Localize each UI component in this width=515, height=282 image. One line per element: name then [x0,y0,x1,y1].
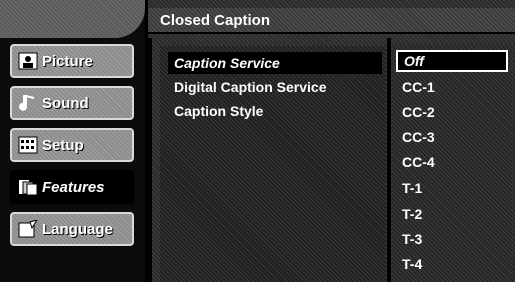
option-t-1[interactable]: T-1 [396,177,508,199]
option-cc-4[interactable]: CC-4 [396,151,508,173]
sidebar-item-sound[interactable]: Sound [10,86,134,120]
sidebar-item-setup[interactable]: Setup [10,128,134,162]
picture-icon [18,52,38,70]
divider [387,38,391,282]
menu-item-caption-service[interactable]: Caption Service [168,52,382,74]
option-off[interactable]: Off [396,50,508,72]
option-cc-3[interactable]: CC-3 [396,126,508,148]
sidebar: Picture Sound Setup Features Language [0,0,148,282]
sidebar-header [0,0,145,38]
tv-menu-screen: Picture Sound Setup Features Language Cl… [0,0,515,282]
features-icon [18,178,38,196]
sidebar-item-features[interactable]: Features [10,170,134,204]
option-cc-1[interactable]: CC-1 [396,76,508,98]
sidebar-item-label: Language [42,220,113,238]
menu-item-digital-caption-service[interactable]: Digital Caption Service [168,76,382,98]
divider [148,38,152,282]
option-t-3[interactable]: T-3 [396,228,508,250]
sidebar-item-picture[interactable]: Picture [10,44,134,78]
option-cc-2[interactable]: CC-2 [396,101,508,123]
sidebar-item-language[interactable]: Language [10,212,134,246]
page-title: Closed Caption [148,8,515,34]
sidebar-item-label: Picture [42,52,93,70]
option-t-2[interactable]: T-2 [396,203,508,225]
option-t-4[interactable]: T-4 [396,253,508,275]
menu-item-caption-style[interactable]: Caption Style [168,100,382,122]
sidebar-item-label: Features [42,178,105,196]
sidebar-item-label: Sound [42,94,89,112]
language-icon [18,219,39,238]
setup-icon [18,136,38,154]
sidebar-item-label: Setup [42,136,84,154]
sound-icon [18,94,38,112]
